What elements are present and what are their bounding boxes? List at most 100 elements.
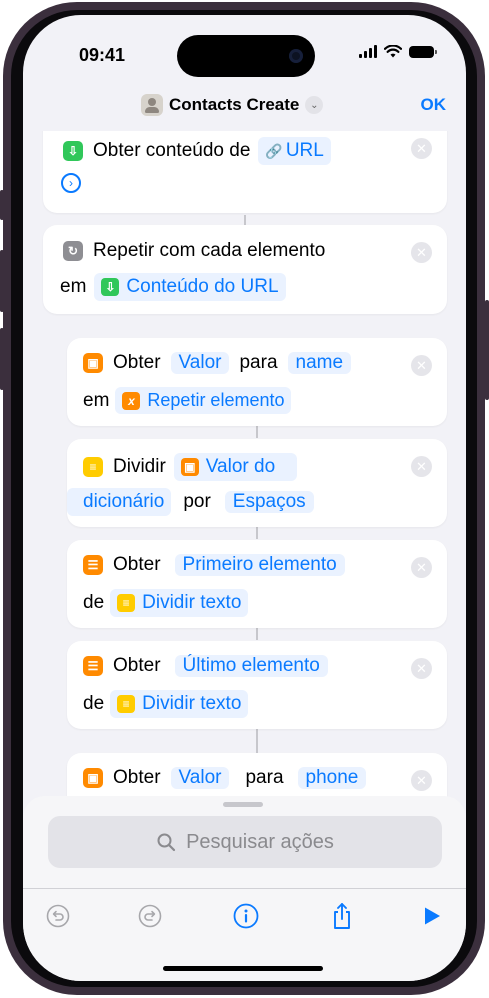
dynamic-island [177, 35, 315, 77]
key-parameter-chip[interactable]: name [287, 352, 352, 374]
action-label: Obter [113, 767, 161, 788]
split-text-variable-chip[interactable]: ≡ Dividir texto [110, 589, 249, 617]
value-parameter-chip[interactable]: Valor [170, 767, 230, 789]
list-icon: ☰ [83, 656, 103, 676]
download-icon: ⇩ [101, 278, 120, 296]
action-row: de ≡ Dividir texto [83, 589, 249, 617]
action-row: dicionário por Espaços [67, 488, 314, 516]
action-row: ▣ Obter Valor para name [83, 352, 352, 374]
variable-label: dicionário [83, 491, 165, 512]
url-variable-label: URL [285, 140, 324, 161]
action-label: Obter [113, 655, 161, 676]
action-search-sheet: Pesquisar ações [23, 796, 466, 981]
action-label: em [83, 389, 110, 411]
parameter-label: Espaços [232, 491, 306, 512]
dictionary-icon: ▣ [83, 768, 103, 788]
separator-parameter-chip[interactable]: Espaços [224, 491, 314, 513]
action-row: em x Repetir elemento [83, 387, 292, 414]
action-row: › [61, 173, 81, 193]
dictionary-icon: ▣ [180, 458, 199, 476]
parameter-label: Valor [178, 767, 222, 788]
item-parameter-chip[interactable]: Último elemento [174, 655, 328, 677]
action-card-get-url-contents[interactable]: ⇩ Obter conteúdo de 🔗 URL › ✕ [43, 131, 447, 213]
action-label: de [83, 693, 105, 714]
dictionary-value-variable-chip-continued[interactable]: dicionário [67, 488, 172, 516]
action-label: Obter conteúdo de [93, 140, 251, 161]
repeat-item-variable-chip[interactable]: x Repetir elemento [115, 387, 292, 414]
action-card-get-dictionary-value[interactable]: ▣ Obter Valor para name em x Repetir ele… [67, 338, 447, 426]
undo-button[interactable] [45, 903, 71, 929]
actions-list: ⇩ Obter conteúdo de 🔗 URL › ✕ ↻ Repetir … [23, 131, 466, 811]
action-row: ⇩ Obter conteúdo de 🔗 URL [63, 137, 331, 165]
contacts-app-icon [141, 94, 163, 116]
remove-action-button[interactable]: ✕ [411, 658, 432, 679]
parameter-label: Último elemento [182, 655, 320, 676]
split-text-variable-chip[interactable]: ≡ Dividir texto [110, 690, 249, 718]
action-row: ▣ Obter Valor para phone [83, 767, 367, 789]
editor-header: Contacts Create ⌄ OK [23, 85, 466, 131]
remove-action-button[interactable]: ✕ [411, 138, 432, 159]
item-parameter-chip[interactable]: Primeiro elemento [174, 554, 345, 576]
action-card-get-last-item[interactable]: ☰ Obter Último elemento de ≡ Dividir tex… [67, 641, 447, 729]
action-label: Repetir com cada elemento [93, 240, 326, 261]
link-icon: 🔗 [265, 142, 283, 159]
action-label: para [245, 767, 284, 788]
parameter-label: Valor [178, 352, 222, 373]
action-card-repeat-each[interactable]: ↻ Repetir com cada elemento em ⇩ Conteúd… [43, 225, 447, 314]
connector [244, 215, 246, 225]
key-parameter-chip[interactable]: phone [297, 767, 367, 789]
shortcut-title: Contacts Create [169, 95, 300, 114]
action-label: Dividir [113, 456, 166, 477]
action-row: ↻ Repetir com cada elemento [63, 240, 325, 262]
action-row: de ≡ Dividir texto [83, 690, 249, 718]
text-icon: ≡ [117, 594, 136, 612]
remove-action-button[interactable]: ✕ [411, 355, 432, 376]
info-button[interactable] [233, 903, 259, 929]
action-card-split-text[interactable]: ≡ Dividir ▣ Valor do dicionário por Espa… [67, 439, 447, 527]
text-icon: ≡ [117, 695, 136, 713]
sheet-grabber[interactable] [223, 802, 263, 807]
search-placeholder: Pesquisar ações [186, 830, 334, 853]
variable-label: Repetir elemento [147, 390, 285, 410]
wifi-icon [384, 45, 402, 58]
status-time: 09:41 [79, 45, 126, 65]
show-more-arrow-icon[interactable]: › [61, 173, 81, 193]
dictionary-value-variable-chip[interactable]: ▣ Valor do [173, 453, 298, 481]
ok-button[interactable]: OK [421, 95, 447, 115]
share-button[interactable] [329, 903, 355, 929]
toolbar-divider [23, 888, 466, 889]
redo-icon [138, 904, 162, 928]
text-icon: ≡ [83, 457, 103, 477]
info-icon [233, 903, 259, 929]
parameter-label: phone [305, 767, 359, 788]
value-parameter-chip[interactable]: Valor [170, 352, 230, 374]
dictionary-icon: ▣ [83, 353, 103, 373]
repeat-icon: ↻ [63, 241, 83, 261]
url-contents-variable-chip[interactable]: ⇩ Conteúdo do URL [94, 273, 286, 301]
redo-button[interactable] [137, 903, 163, 929]
play-icon [425, 907, 440, 925]
url-variable-chip[interactable]: 🔗 URL [258, 137, 331, 165]
parameter-label: Primeiro elemento [182, 554, 337, 575]
action-label: de [83, 592, 105, 613]
camera-icon [289, 49, 303, 63]
action-card-get-first-item[interactable]: ☰ Obter Primeiro elemento de ≡ Dividir t… [67, 540, 447, 628]
action-row: ☰ Obter Primeiro elemento [83, 554, 345, 576]
action-row: ☰ Obter Último elemento [83, 655, 328, 677]
undo-icon [46, 904, 70, 928]
shortcut-title-button[interactable]: Contacts Create ⌄ [141, 94, 324, 116]
variable-label: Dividir texto [142, 592, 242, 613]
battery-icon [409, 45, 437, 58]
search-actions-field[interactable]: Pesquisar ações [48, 816, 442, 868]
run-shortcut-button[interactable] [419, 903, 445, 929]
action-label: Obter [113, 352, 161, 373]
remove-action-button[interactable]: ✕ [411, 557, 432, 578]
remove-action-button[interactable]: ✕ [411, 770, 432, 791]
remove-action-button[interactable]: ✕ [411, 242, 432, 263]
action-label: Obter [113, 554, 161, 575]
action-label: por [183, 491, 211, 512]
remove-action-button[interactable]: ✕ [411, 456, 432, 477]
cellular-signal-icon [359, 45, 377, 58]
list-icon: ☰ [83, 555, 103, 575]
variable-label: Dividir texto [142, 693, 242, 714]
